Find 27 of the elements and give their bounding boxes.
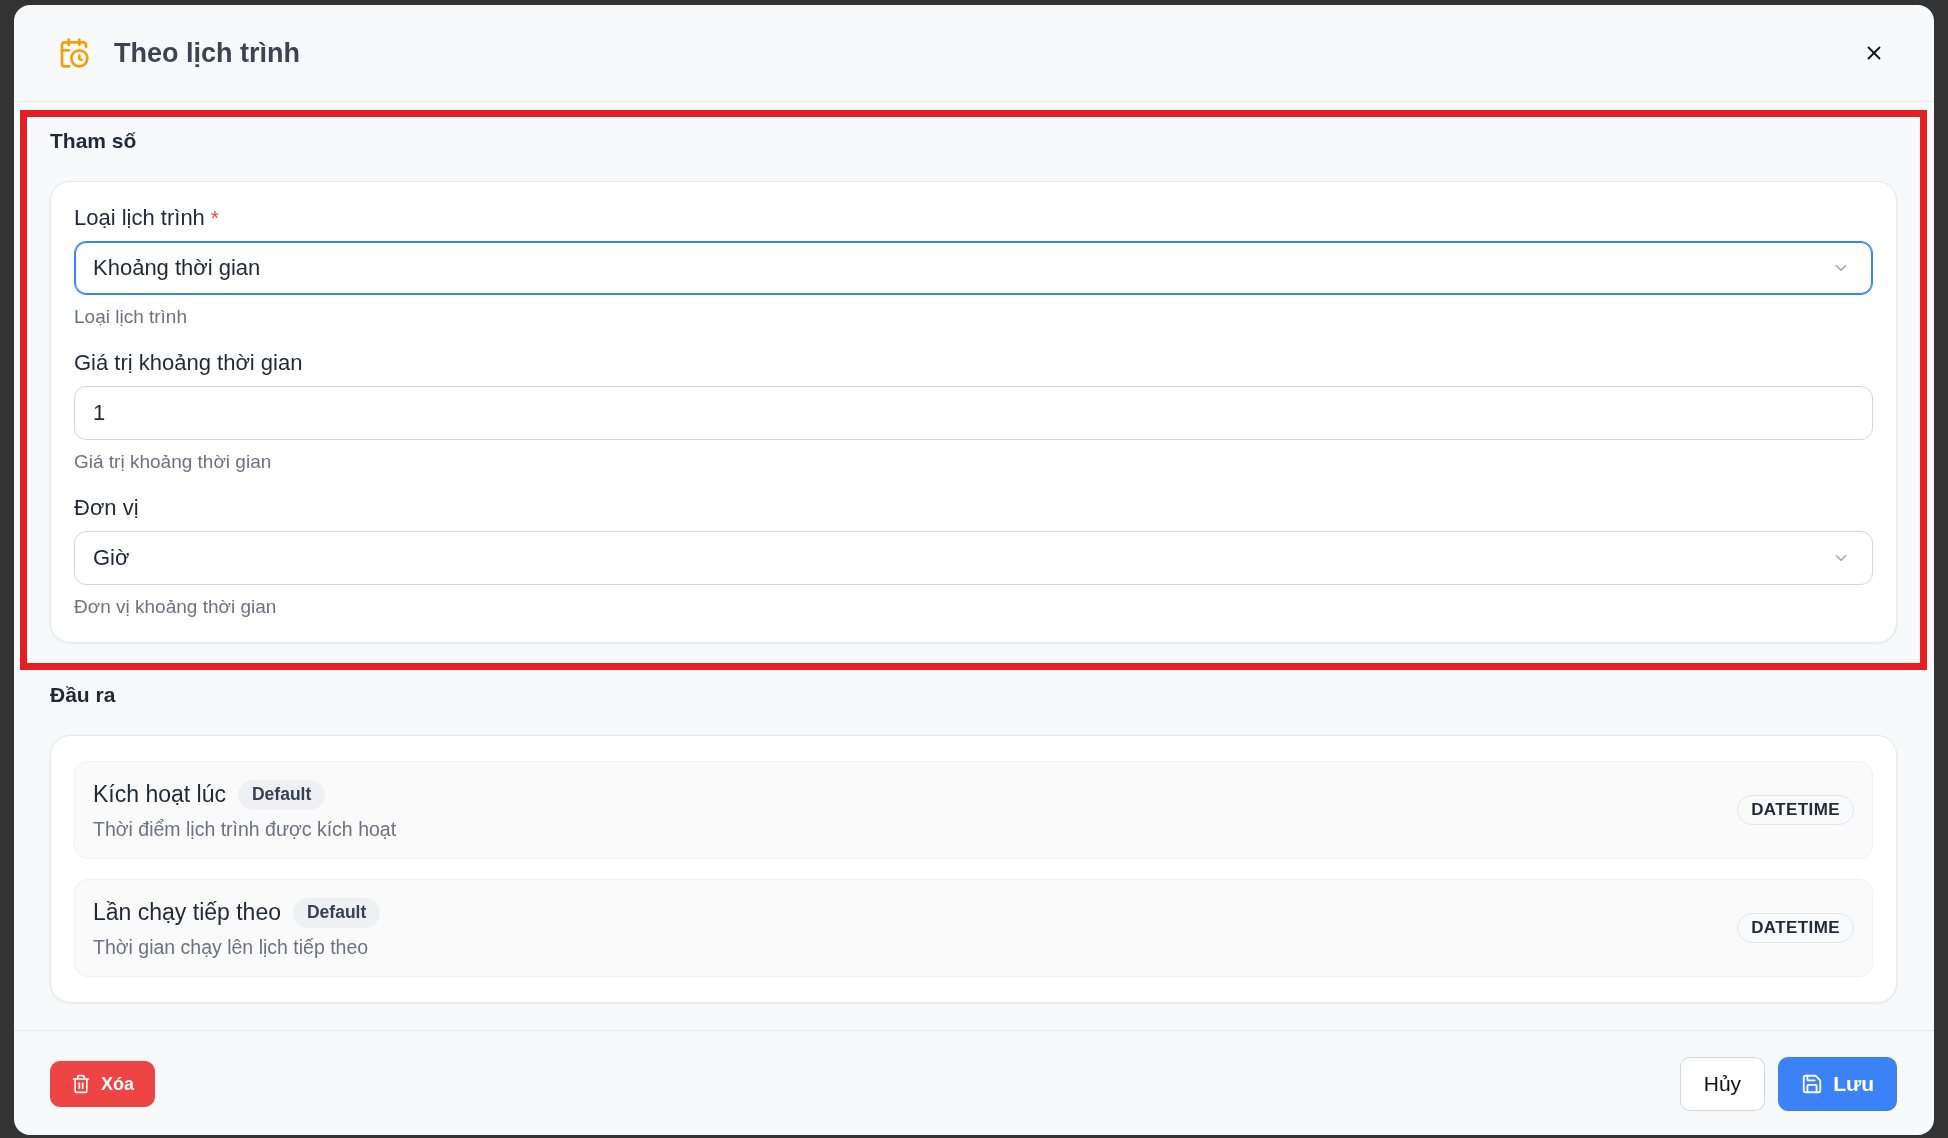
delete-button[interactable]: Xóa xyxy=(50,1061,155,1107)
help-text: Đơn vị khoảng thời gian xyxy=(74,595,277,619)
calendar-clock-icon xyxy=(58,37,90,69)
dialog-title: Theo lịch trình xyxy=(114,37,300,70)
default-badge: Default xyxy=(237,779,326,810)
field-label: Giá trị khoảng thời gian xyxy=(74,350,303,376)
save-button[interactable]: Lưu xyxy=(1778,1057,1897,1111)
type-badge: DATETIME xyxy=(1737,913,1854,943)
save-icon xyxy=(1801,1073,1824,1095)
section-heading: Tham số xyxy=(50,129,137,153)
default-badge: Default xyxy=(293,897,381,928)
help-text: Giá trị khoảng thời gian xyxy=(74,450,272,474)
select-field[interactable]: Giờ xyxy=(74,531,1873,585)
input-field[interactable]: 1 xyxy=(74,386,1873,440)
section-heading: Đầu ra xyxy=(50,683,116,707)
output-name: Lần chạy tiếp theo xyxy=(93,899,281,926)
output-name: Kích hoạt lúc xyxy=(93,781,226,808)
field-label: Loại lịch trình xyxy=(74,205,205,231)
output-description: Thời điểm lịch trình được kích hoạt xyxy=(93,816,397,841)
output-description: Thời gian chạy lên lịch tiếp theo xyxy=(93,934,369,959)
field-label: Đơn vị xyxy=(74,495,139,521)
type-badge: DATETIME xyxy=(1737,795,1854,825)
select-field[interactable]: Khoảng thời gian xyxy=(74,241,1873,295)
trash-icon xyxy=(71,1074,91,1094)
required-asterisk: * xyxy=(210,206,220,230)
help-text: Loại lịch trình xyxy=(74,305,187,329)
cancel-button[interactable]: Hủy xyxy=(1679,1057,1766,1111)
